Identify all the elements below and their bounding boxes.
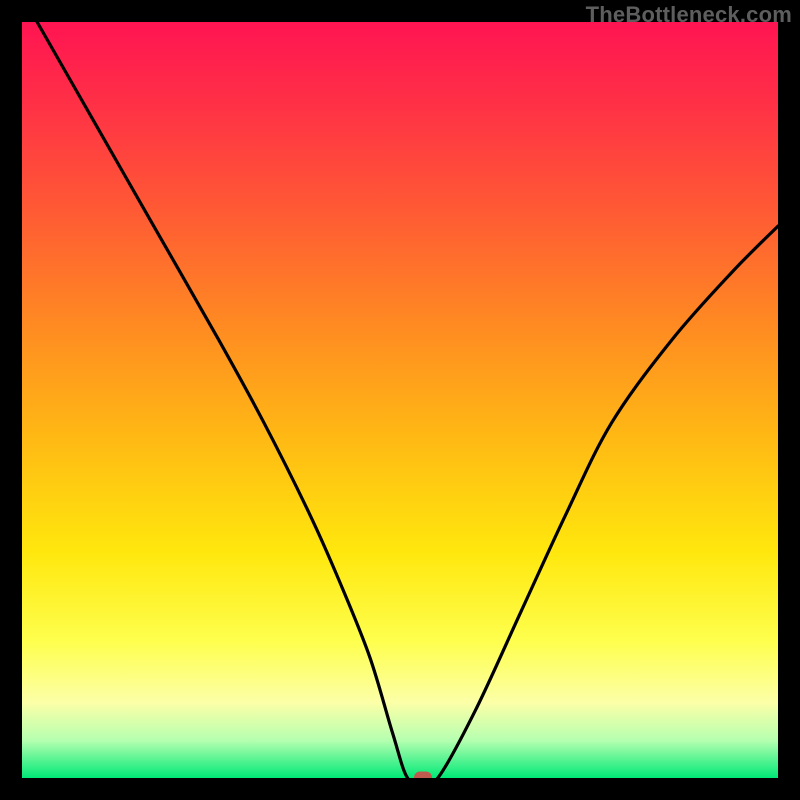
watermark-text: TheBottleneck.com xyxy=(586,2,792,28)
bottleneck-marker xyxy=(414,772,432,779)
curve-path xyxy=(37,22,778,778)
curve-svg xyxy=(22,22,778,778)
chart-frame: TheBottleneck.com xyxy=(0,0,800,800)
plot-area xyxy=(22,22,778,778)
